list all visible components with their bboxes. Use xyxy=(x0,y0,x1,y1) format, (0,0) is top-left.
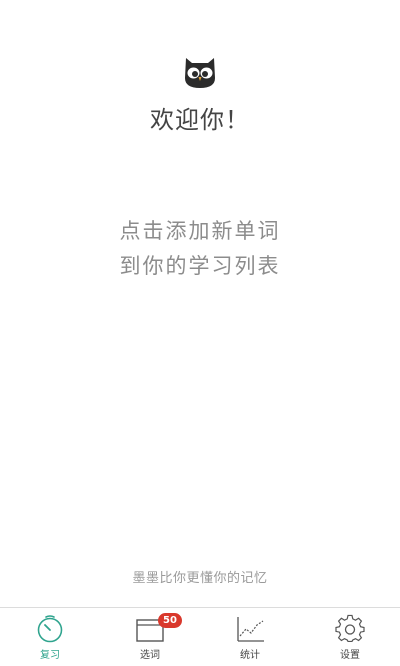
tab-select-words-label: 选词 xyxy=(140,650,160,661)
gear-icon xyxy=(335,614,365,642)
tab-review[interactable]: 复习 xyxy=(0,608,100,666)
timer-icon xyxy=(37,615,63,643)
tab-select-words[interactable]: 选词 50 xyxy=(100,608,200,666)
owl-logo-icon xyxy=(185,58,215,88)
prompt-line-2: 到你的学习列表 xyxy=(119,254,281,278)
tab-settings-label: 设置 xyxy=(340,650,360,661)
welcome-title: 欢迎你！ xyxy=(150,106,250,134)
stats-chart-icon xyxy=(237,617,264,642)
new-words-badge: 50 xyxy=(158,613,182,628)
add-words-prompt[interactable]: 点击添加新单词 到你的学习列表 xyxy=(0,214,400,284)
prompt-line-1: 点击添加新单词 xyxy=(119,219,281,243)
tab-settings[interactable]: 设置 xyxy=(300,608,400,666)
tab-review-label: 复习 xyxy=(40,650,60,661)
tab-statistics[interactable]: 统计 xyxy=(200,608,300,666)
bottom-tab-bar: 复习 选词 50 统计 设置 xyxy=(0,607,400,666)
app-screen: 欢迎你！ 点击添加新单词 到你的学习列表 墨墨比你更懂你的记忆 复习 选词 50 xyxy=(0,0,400,666)
slogan-text: 墨墨比你更懂你的记忆 xyxy=(132,571,268,586)
tab-statistics-label: 统计 xyxy=(240,650,260,661)
